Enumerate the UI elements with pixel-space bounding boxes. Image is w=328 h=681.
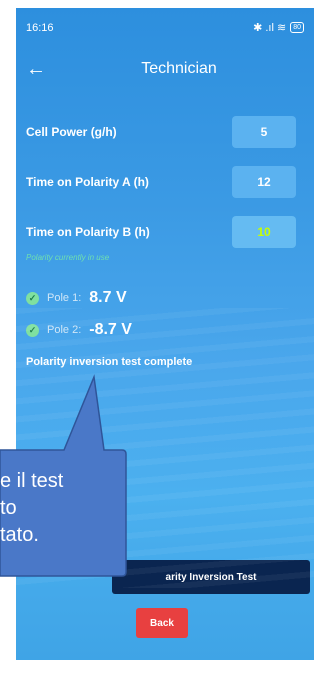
setting-label: Time on Polarity B (h): [26, 225, 150, 239]
setting-label: Time on Polarity A (h): [26, 175, 149, 189]
polarity-hint: Polarity currently in use: [26, 253, 110, 262]
callout-line: e il test: [0, 470, 64, 492]
phone-screen: 16:16 ✱ .ıl ≋ 80 ← Technician Cell Power…: [16, 8, 314, 660]
setting-row-polarity-b: Time on Polarity B (h) 10: [26, 216, 304, 248]
status-icons: ✱ .ıl ≋ 80: [253, 21, 304, 34]
callout-line: to: [0, 497, 17, 519]
app-bar: ← Technician: [16, 56, 314, 90]
setting-label: Cell Power (g/h): [26, 125, 117, 139]
pole-value: 8.7 V: [89, 289, 127, 306]
pole-label: Pole 1:: [47, 292, 82, 304]
cell-power-field[interactable]: 5: [232, 116, 296, 148]
check-circle-icon: ✓: [26, 291, 39, 305]
polarity-inversion-test-button[interactable]: arity Inversion Test: [112, 560, 310, 594]
setting-row-polarity-a: Time on Polarity A (h) 12: [26, 166, 304, 198]
pole-2-reading: ✓ Pole 2: -8.7 V: [26, 320, 132, 340]
status-bar: 16:16 ✱ .ıl ≋ 80: [16, 8, 314, 48]
back-button[interactable]: Back: [136, 608, 188, 638]
page-title: Technician: [141, 60, 217, 77]
polarity-b-field[interactable]: 10: [232, 216, 296, 248]
status-time: 16:16: [26, 22, 54, 34]
battery-icon: 80: [290, 22, 304, 33]
pole-value: -8.7 V: [89, 321, 132, 338]
test-status-message: Polarity inversion test complete: [26, 356, 193, 368]
setting-row-cell-power: Cell Power (g/h) 5: [26, 116, 304, 148]
signal-wifi-icons: ✱ .ıl ≋: [253, 22, 287, 34]
polarity-a-field[interactable]: 12: [232, 166, 296, 198]
pole-label: Pole 2:: [47, 324, 82, 336]
pole-1-reading: ✓ Pole 1: 8.7 V: [26, 288, 127, 308]
callout-text: e il test to tato.: [0, 468, 160, 549]
callout-line: tato.: [0, 524, 39, 546]
check-circle-icon: ✓: [26, 323, 39, 337]
